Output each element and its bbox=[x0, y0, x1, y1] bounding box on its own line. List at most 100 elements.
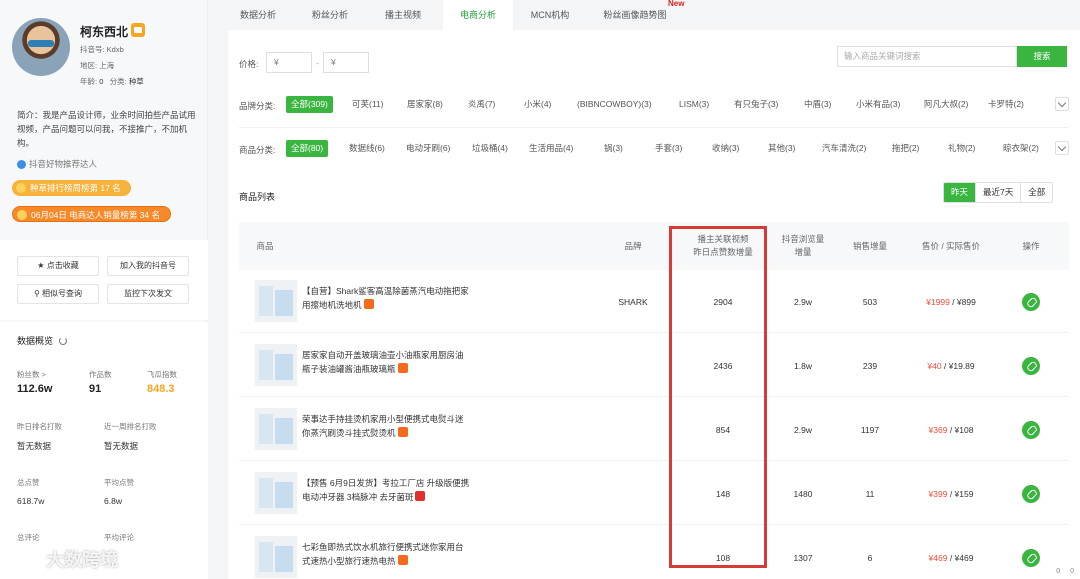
action-cell bbox=[1009, 462, 1053, 525]
col-actions: 操作 bbox=[1022, 240, 1040, 251]
monitor-button[interactable]: 监控下次发文 bbox=[107, 284, 189, 304]
verification-text: 抖音好物推荐达人 bbox=[29, 159, 98, 169]
brand-chip[interactable]: 炎禹(7) bbox=[463, 96, 500, 113]
tab-ecommerce-analysis[interactable]: 电商分析 bbox=[443, 0, 513, 30]
brand-chip[interactable]: 卡罗特(2) bbox=[983, 96, 1029, 113]
brand-chip[interactable]: (BIBNCOWBOY)(3) bbox=[572, 96, 657, 113]
price-min-input[interactable]: ¥ bbox=[266, 52, 312, 73]
sales-rank-badge[interactable]: 06月04日 电商达人销量榜第 34 名 bbox=[12, 206, 171, 222]
table-row: 荣事达手持挂烫机家用小型便携式电熨斗迷你蒸汽刷烫斗挂式熨烫机 854 2.9w 119… bbox=[239, 398, 1069, 461]
link-icon[interactable] bbox=[1022, 292, 1040, 311]
similar-search-button[interactable]: ⚲ 相似号查询 bbox=[17, 284, 99, 304]
col-linked-video-likes[interactable]: 播主关联视频 昨日点赞数增量 bbox=[679, 222, 767, 270]
profile-bio: 简介：我是产品设计师，业余时间拍些产品试用视频，产品问题可以问我，不接推广，不加… bbox=[17, 110, 196, 148]
product-thumbnail[interactable] bbox=[255, 344, 297, 386]
sales-increase: 1197 bbox=[860, 424, 880, 435]
fans-label[interactable]: 粉丝数 > bbox=[17, 369, 46, 380]
brand-chip[interactable]: 居家家(8) bbox=[402, 96, 448, 113]
view-increase: 2.9w bbox=[794, 296, 812, 307]
col-brand: 品牌 bbox=[624, 240, 642, 251]
col-sales-increase[interactable]: 销售增量 bbox=[839, 222, 901, 270]
period-last-7-days[interactable]: 最近7天 bbox=[975, 183, 1021, 202]
category-expand-icon[interactable] bbox=[1055, 141, 1069, 155]
tab-mcn[interactable]: MCN机构 bbox=[520, 0, 580, 30]
view-increase: 1480 bbox=[793, 488, 813, 499]
tab-data-analysis[interactable]: 数据分析 bbox=[228, 0, 288, 30]
avg-comments-label: 平均评论 bbox=[104, 533, 134, 542]
index-value: 848.3 bbox=[147, 383, 175, 395]
table-row: 七彩鱼即热式饮水机旅行便携式迷你家用台式速热小型旅行速热电热 108 1307 6 ¥4… bbox=[239, 526, 1069, 579]
link-icon[interactable] bbox=[1022, 484, 1040, 503]
brand-chip[interactable]: 有只兔子(3) bbox=[729, 96, 783, 113]
brand-chip[interactable]: 可芙(11) bbox=[347, 96, 389, 113]
product-name[interactable]: 荣事达手持挂烫机家用小型便携式电熨斗迷你蒸汽刷烫斗挂式熨烫机 bbox=[302, 412, 470, 440]
tab-fans-analysis[interactable]: 粉丝分析 bbox=[300, 0, 360, 30]
linked-video-likes: 148 bbox=[715, 488, 731, 499]
favorite-button[interactable]: ★ 点击收藏 bbox=[17, 256, 99, 276]
brand-chip[interactable]: LISM(3) bbox=[674, 96, 714, 113]
link-icon[interactable] bbox=[1022, 548, 1040, 567]
price-max-input[interactable]: ¥ bbox=[323, 52, 369, 73]
category-chip[interactable]: 汽车清洗(2) bbox=[817, 140, 871, 157]
category-chip[interactable]: 电动牙刷(6) bbox=[401, 140, 455, 157]
category-chip[interactable]: 手套(3) bbox=[650, 140, 687, 157]
category-chip[interactable]: 其他(3) bbox=[763, 140, 800, 157]
brand-expand-icon[interactable] bbox=[1055, 97, 1069, 111]
refresh-icon[interactable] bbox=[59, 336, 68, 345]
product-brand: SHARK bbox=[618, 296, 648, 307]
search-button[interactable]: 搜索 bbox=[1017, 46, 1067, 67]
product-name[interactable]: 七彩鱼即热式饮水机旅行便携式迷你家用台式速热小型旅行速热电热 bbox=[302, 540, 470, 568]
avg-likes-value: 6.8w bbox=[104, 496, 122, 506]
works-value: 91 bbox=[89, 383, 102, 395]
col-view-increase[interactable]: 抖音浏览量 增量 bbox=[769, 222, 837, 270]
status-count: 0 bbox=[1070, 568, 1074, 575]
category-chip[interactable]: 生活用品(4) bbox=[524, 140, 578, 157]
category-chip[interactable]: 晾衣架(2) bbox=[998, 140, 1044, 157]
brand-chip[interactable]: 阿凡大叔(2) bbox=[919, 96, 973, 113]
product-thumbnail[interactable] bbox=[255, 408, 297, 450]
link-icon[interactable] bbox=[1022, 356, 1040, 375]
linked-video-likes: 854 bbox=[715, 424, 731, 435]
product-thumbnail[interactable] bbox=[255, 472, 297, 514]
tab-fans-trend[interactable]: 粉丝画像趋势图 bbox=[596, 0, 674, 30]
link-icon[interactable] bbox=[1022, 420, 1040, 439]
product-name[interactable]: 【自营】Shark鲨客高温除菌蒸汽电动拖把家用擦地机洗地机 bbox=[302, 284, 470, 312]
sales-increase: 6 bbox=[867, 552, 873, 563]
product-name[interactable]: 居家家自动开盖玻璃油壶小油瓶家用厨房油瓶子装油罐酱油瓶玻璃瓶 bbox=[302, 348, 470, 376]
fans-value: 112.6w bbox=[17, 383, 53, 395]
shop-badge-icon bbox=[397, 555, 408, 565]
category-chip[interactable]: 全部(80) bbox=[286, 140, 329, 157]
tab-creator-videos[interactable]: 播主视频 bbox=[373, 0, 433, 30]
product-name[interactable]: 【预售 6月9日发货】考拉工厂店 升级版便携电动冲牙器 3档脉冲 去牙菌斑 bbox=[302, 476, 470, 504]
category-chip[interactable]: 礼物(2) bbox=[943, 140, 980, 157]
add-account-button[interactable]: 加入我的抖音号 bbox=[107, 256, 189, 276]
profile-name: 柯东西北 bbox=[80, 25, 129, 39]
brand-chip[interactable]: 全部(309) bbox=[286, 96, 333, 113]
category-chip[interactable]: 收纳(3) bbox=[707, 140, 744, 157]
category-chip[interactable]: 锅(3) bbox=[599, 140, 628, 157]
product-thumbnail[interactable] bbox=[255, 280, 297, 322]
product-brand bbox=[613, 398, 653, 461]
product-search-input[interactable]: 输入商品关键词搜索 bbox=[837, 46, 1017, 67]
douyin-id: 抖音号: Kdxb bbox=[80, 45, 124, 54]
actual-price: ¥899 bbox=[956, 296, 976, 307]
action-cell bbox=[1009, 398, 1053, 461]
brand-chip[interactable]: 小米有品(3) bbox=[851, 96, 905, 113]
period-all[interactable]: 全部 bbox=[1020, 183, 1053, 202]
brand-chip[interactable]: 小米(4) bbox=[519, 96, 556, 113]
actual-price: ¥19.89 bbox=[948, 360, 975, 371]
action-cell bbox=[1009, 270, 1053, 333]
product-thumbnail[interactable] bbox=[255, 536, 297, 578]
linked-video-likes: 2904 bbox=[713, 296, 733, 307]
category-chip[interactable]: 数据线(6) bbox=[344, 140, 390, 157]
action-cell bbox=[1009, 526, 1053, 579]
period-yesterday[interactable]: 昨天 bbox=[944, 183, 976, 202]
category-chip[interactable]: 拖把(2) bbox=[887, 140, 924, 157]
category-chip[interactable]: 垃圾桶(4) bbox=[467, 140, 513, 157]
age-value: 0 bbox=[99, 77, 104, 86]
view-increase: 1307 bbox=[793, 552, 813, 563]
region: 地区: 上海 bbox=[80, 61, 115, 70]
brand-chip[interactable]: 中盾(3) bbox=[799, 96, 836, 113]
weekly-rank-badge[interactable]: 种草排行榜周榜第 17 名 bbox=[12, 180, 131, 196]
shop-badge-icon bbox=[397, 363, 408, 373]
